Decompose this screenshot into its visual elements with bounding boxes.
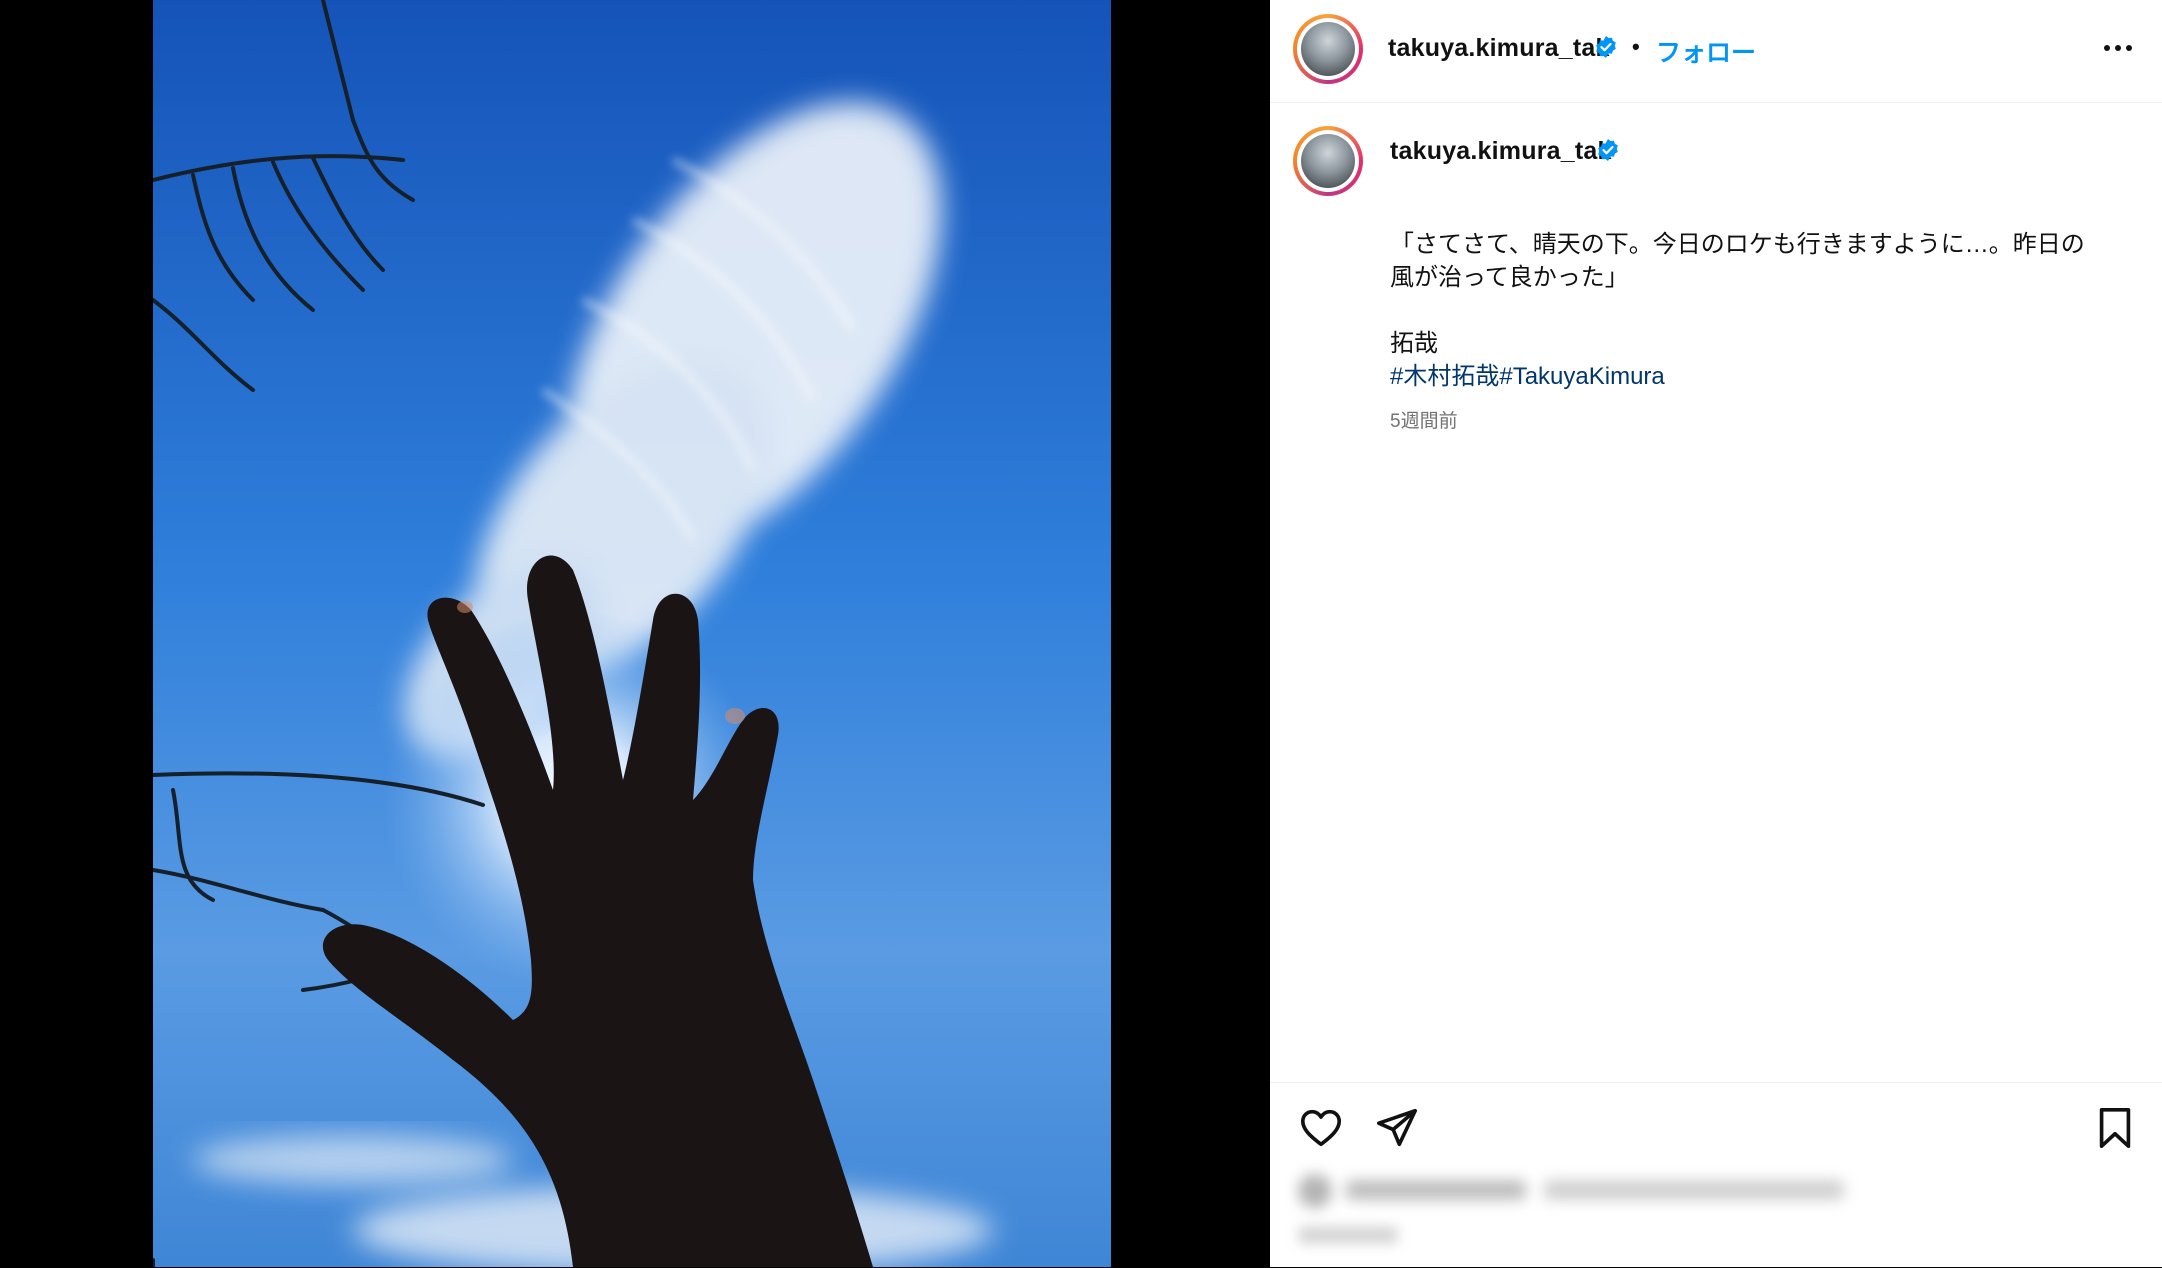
post-photo[interactable] — [153, 0, 1111, 1267]
post-sidebar: takuya.kimura_tak • フォロー takuya.kimura_t… — [1270, 0, 2162, 1267]
caption-username[interactable]: takuya.kimura_tak — [1390, 137, 1612, 166]
sky-hand-image — [153, 0, 1111, 1267]
media-pane — [0, 0, 1270, 1267]
hashtag-list: #木村拓哉#TakuyaKimura — [1390, 360, 2130, 393]
follow-button[interactable]: フォロー — [1656, 33, 1756, 69]
verified-badge-icon — [1598, 139, 1618, 161]
hashtag-link[interactable]: #木村拓哉 — [1390, 363, 1499, 390]
verified-badge-icon — [1596, 36, 1616, 58]
caption-signature: 拓哉 — [1390, 330, 1438, 357]
post-header: takuya.kimura_tak • フォロー — [1270, 0, 2162, 103]
hashtag-link[interactable]: #TakuyaKimura — [1499, 363, 1664, 390]
caption-line: 風が治って良かった」 — [1390, 264, 1629, 291]
caption-line: 「さてさて、晴天の下。今日のロケも行きますように…。昨日の — [1390, 231, 2085, 258]
more-options-icon[interactable] — [2100, 30, 2136, 66]
separator-dot: • — [1632, 34, 1640, 59]
post-timestamp[interactable]: 5週間前 — [1390, 406, 1458, 433]
likes-summary-blurred — [1298, 1170, 1858, 1210]
post-date-blurred — [1298, 1226, 1398, 1244]
author-avatar[interactable] — [1293, 14, 1363, 84]
post-caption: 「さてさて、晴天の下。今日のロケも行きますように…。昨日の 風が治って良かった」… — [1390, 228, 2130, 393]
caption-avatar[interactable] — [1293, 126, 1363, 196]
paper-plane-icon[interactable] — [1374, 1105, 1420, 1151]
author-username[interactable]: takuya.kimura_tak — [1388, 34, 1610, 63]
heart-icon[interactable] — [1298, 1105, 1344, 1151]
bookmark-icon[interactable] — [2092, 1105, 2138, 1151]
